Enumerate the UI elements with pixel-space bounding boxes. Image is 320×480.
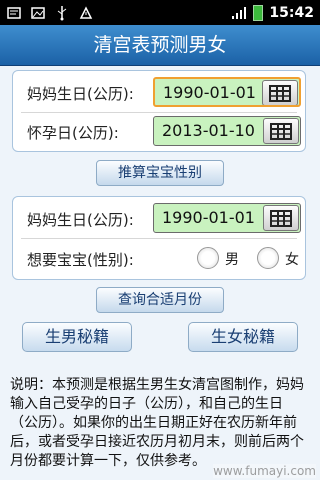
mother-birth-label: 妈妈生日(公历): [27, 85, 134, 103]
female-radio[interactable] [257, 247, 279, 269]
girl-tips-button[interactable]: 生女秘籍 [188, 322, 298, 352]
query-month-button[interactable]: 查询合适月份 [96, 287, 224, 313]
mother-birth-value: 1990-01-01 [163, 83, 256, 102]
mother-birth-field[interactable]: 1990-01-01 [153, 77, 301, 107]
signal-icon [231, 5, 247, 21]
pregnancy-label: 怀孕日(公历): [27, 124, 119, 142]
calendar-icon [269, 85, 291, 102]
mother-birth-value-2: 1990-01-01 [162, 208, 255, 227]
usb-icon [54, 5, 70, 21]
desired-gender-label: 想要宝宝(性别): [27, 251, 134, 269]
notification-icon [6, 5, 22, 21]
status-time: 15:42 [269, 4, 314, 21]
calendar-icon [270, 210, 292, 227]
mother-birth-field-2[interactable]: 1990-01-01 [153, 203, 301, 233]
description-text: 说明：本预测是根据生男生女清宫图制作，妈妈输入自己受孕的日子（公历），和自己的生… [10, 377, 304, 469]
query-panel: 妈妈生日(公历): 1990-01-01 想要宝宝(性别): 男 女 [12, 196, 306, 280]
calendar-icon [270, 123, 292, 140]
divider [21, 112, 297, 113]
pregnancy-field[interactable]: 2013-01-10 [153, 116, 301, 146]
pregnancy-value: 2013-01-10 [162, 121, 255, 140]
mother-birth-label-2: 妈妈生日(公历): [27, 211, 134, 229]
watermark: www.fumayi.com [213, 464, 316, 478]
calendar-button[interactable] [263, 118, 299, 144]
status-bar: 15:42 [0, 0, 320, 25]
boy-tips-button[interactable]: 生男秘籍 [22, 322, 132, 352]
divider [21, 238, 297, 239]
female-label: 女 [285, 252, 299, 268]
app-title: 清宫表预测男女 [0, 25, 320, 66]
calendar-button[interactable] [262, 80, 298, 105]
gallery-icon [30, 5, 46, 21]
debug-icon [78, 5, 94, 21]
battery-icon [253, 4, 264, 21]
male-radio[interactable] [197, 247, 219, 269]
male-label: 男 [225, 252, 239, 268]
predict-panel: 妈妈生日(公历): 1990-01-01 怀孕日(公历): 2013-01-10 [12, 70, 306, 152]
calendar-button[interactable] [263, 205, 299, 231]
calc-gender-button[interactable]: 推算宝宝性别 [96, 160, 224, 186]
